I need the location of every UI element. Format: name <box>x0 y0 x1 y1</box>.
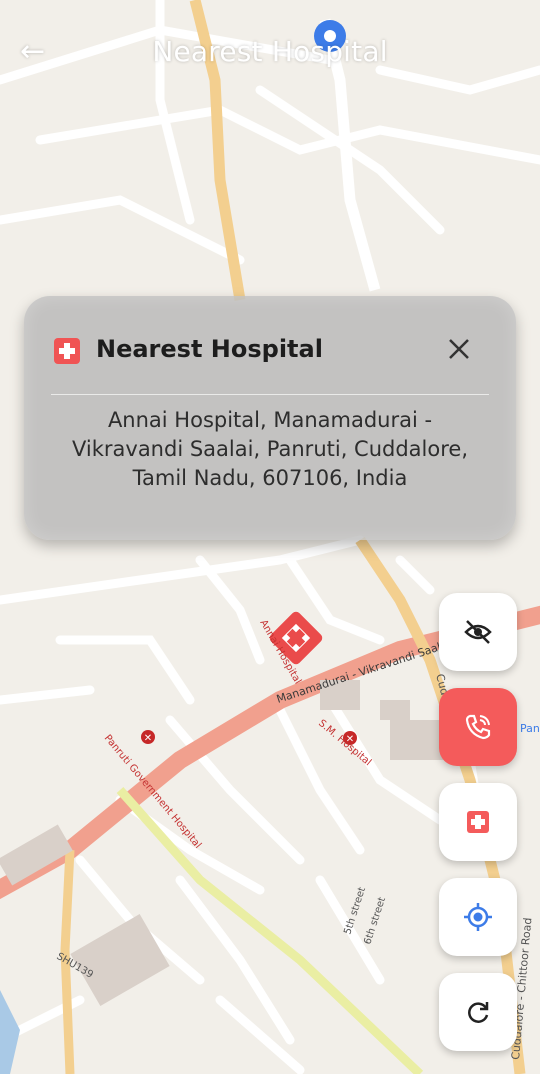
map-label-place: Panru... <box>520 722 540 735</box>
my-location-button[interactable] <box>439 878 517 956</box>
hospital-info-card: Nearest Hospital Annai Hospital, Manamad… <box>24 296 516 540</box>
hospital-cross-icon <box>467 811 489 833</box>
toggle-visibility-button[interactable] <box>439 593 517 671</box>
card-title: Nearest Hospital <box>96 335 323 363</box>
eye-off-icon <box>464 620 492 644</box>
call-button[interactable] <box>439 688 517 766</box>
refresh-button[interactable] <box>439 973 517 1051</box>
crosshair-icon <box>464 903 492 931</box>
close-icon[interactable] <box>444 334 474 364</box>
app-bar: ← Nearest Hospital <box>0 0 540 100</box>
phone-call-icon <box>465 714 491 740</box>
hospital-cross-icon <box>54 338 80 364</box>
card-divider <box>51 394 489 395</box>
panruti-hospital-marker: ✕ <box>141 730 155 744</box>
hospital-address: Annai Hospital, Manamadurai - Vikravandi… <box>71 408 469 490</box>
refresh-icon <box>468 1002 489 1023</box>
hospital-button[interactable] <box>439 783 517 861</box>
page-title: Nearest Hospital <box>152 35 388 68</box>
svg-text:✕: ✕ <box>144 733 152 744</box>
